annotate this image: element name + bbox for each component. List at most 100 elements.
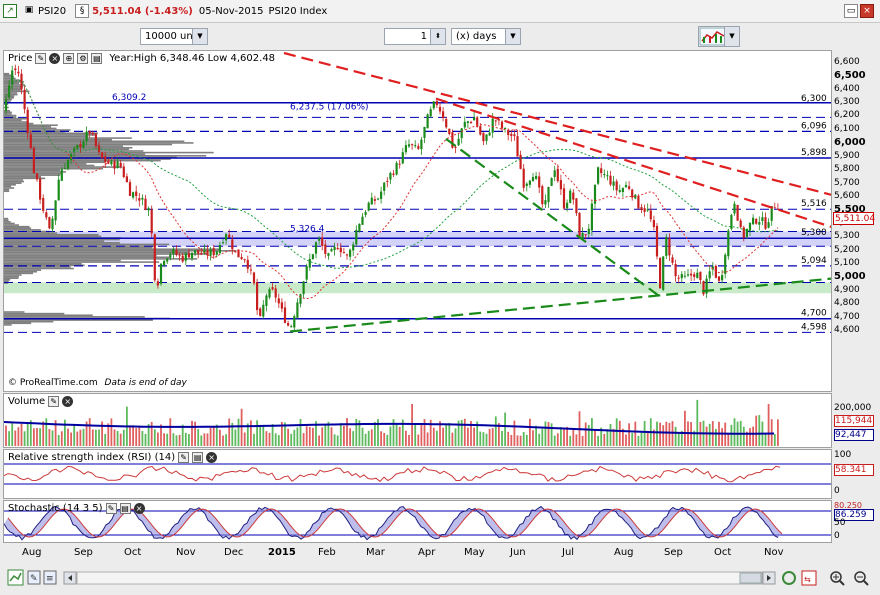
volume-bar — [330, 427, 333, 446]
wrench-icon[interactable]: ✎ — [178, 452, 190, 463]
candle — [562, 183, 566, 210]
date-axis-label: Feb — [318, 547, 336, 558]
volume-bar — [504, 412, 506, 446]
close-icon[interactable]: × — [133, 503, 145, 514]
date-axis[interactable]: Aug Sep Oct Nov Dec 2015 Feb Mar Apr May Jun Jul Aug… — [0, 543, 832, 563]
chart-icon[interactable]: ▣ — [23, 4, 35, 18]
volume-bar — [473, 427, 475, 446]
chevron-down-icon[interactable]: ▼ — [505, 29, 520, 44]
screenshot-icon[interactable] — [7, 569, 24, 586]
volume-bar — [597, 435, 599, 446]
volume-bar — [758, 415, 761, 446]
volume-bar — [346, 418, 348, 446]
volume-profile-bar — [4, 280, 9, 283]
candle — [23, 84, 26, 114]
scrollbar-thumb[interactable] — [739, 572, 762, 584]
volume-bar — [209, 427, 212, 446]
close-icon[interactable]: × — [62, 396, 74, 407]
wrench-icon[interactable]: ✎ — [48, 396, 60, 407]
candle — [708, 265, 711, 282]
zoom-icon[interactable]: ⊕ — [63, 53, 75, 64]
volume-profile-bar — [4, 87, 22, 89]
scrollbar-track[interactable] — [76, 571, 763, 585]
volume-bar — [485, 433, 488, 446]
price-axis-tick: 5,900 — [834, 150, 860, 161]
chart-options-icon[interactable]: ▤ — [91, 53, 103, 64]
volume-profile-bar — [4, 217, 9, 220]
price-axis-tick: 6,000 — [834, 137, 866, 149]
stepper-arrows-icon[interactable]: ⬍ — [430, 29, 445, 44]
period-unit-select[interactable]: (x) days ▼ — [451, 28, 521, 45]
volume-axis[interactable]: 200,000 115,944 92,447 — [832, 393, 880, 448]
chevron-down-icon[interactable]: ▼ — [724, 27, 739, 46]
volume-bar — [67, 428, 69, 446]
price-panel[interactable]: Price ✎ × ⊕ ⚙ ▤ Year:High 6,348.46 Low 4… — [3, 50, 832, 392]
candle — [373, 195, 376, 205]
volume-bar — [640, 432, 643, 446]
status-icons: ✎ ≡ ⇆ — [7, 569, 869, 586]
rsi-panel[interactable]: Relative strength index (RSI) (14) ✎ ▤ × — [3, 449, 832, 499]
candle — [32, 146, 35, 174]
settings-icon[interactable]: ▤ — [192, 452, 204, 463]
candle — [125, 173, 128, 183]
detach-window-icon[interactable]: ▭ — [844, 4, 858, 18]
settings-icon[interactable]: ⚙ — [77, 53, 89, 64]
chart-type-button[interactable]: ▼ — [698, 26, 740, 47]
volume-profile-bar — [4, 85, 24, 88]
wrench-icon[interactable]: ✎ — [35, 53, 47, 64]
rsi-axis[interactable]: 100 58.341 0 — [832, 449, 880, 499]
units-select[interactable]: 10000 units ▼ — [140, 28, 208, 45]
period-icon[interactable]: ⇆ — [801, 570, 817, 586]
volume-bar — [519, 435, 522, 446]
candle — [389, 171, 392, 185]
info-icon[interactable]: § — [75, 4, 90, 18]
candle — [631, 188, 634, 201]
volume-panel[interactable]: Volume ✎ × — [3, 393, 832, 448]
candle — [460, 127, 463, 144]
zoom-in-icon[interactable] — [830, 571, 845, 586]
rsi-panel-title: Relative strength index (RSI) (14) — [8, 452, 176, 463]
candle — [287, 320, 290, 327]
volume-profile-bar — [4, 119, 22, 122]
volume-bar — [606, 429, 609, 446]
stochastic-axis[interactable]: 80.250 86.259 50 0 — [832, 500, 880, 543]
candle — [528, 179, 531, 188]
close-icon[interactable]: × — [49, 53, 61, 64]
level-label: 5,516 — [801, 199, 827, 209]
zoom-out-icon[interactable] — [854, 571, 869, 586]
app-icon[interactable]: ↗ — [3, 4, 17, 18]
draw-tools-icon[interactable]: ✎ — [27, 570, 41, 585]
close-window-icon[interactable]: × — [860, 4, 874, 18]
volume-profile-bar — [4, 122, 34, 125]
price-chart: 6,309.2 6,237.5 (17.06%) 5,326.4 6,300 6,096… — [4, 51, 831, 333]
candle — [773, 202, 776, 209]
close-icon[interactable]: × — [206, 452, 218, 463]
volume-profile-bar — [4, 324, 12, 326]
redraw-icon[interactable] — [782, 571, 796, 585]
volume-profile-bar — [4, 188, 10, 191]
volume-bar — [215, 424, 218, 446]
candle — [535, 171, 538, 181]
scroll-left-icon[interactable] — [63, 571, 77, 585]
volume-bar — [166, 433, 169, 446]
candle — [370, 192, 373, 205]
scroll-right-icon[interactable] — [762, 571, 776, 585]
volume-bar — [122, 429, 125, 446]
stochastic-panel[interactable]: Stochastic (14 3 5) ✎ ▤ × — [3, 500, 832, 543]
volume-profile-bar — [4, 132, 98, 135]
settings-icon[interactable]: ▤ — [119, 503, 131, 514]
candle — [349, 248, 352, 261]
volume-profile-bar — [4, 256, 172, 259]
candle — [640, 203, 643, 214]
period-stepper[interactable]: 1 ⬍ — [384, 28, 446, 45]
objects-icon[interactable]: ≡ — [43, 570, 57, 585]
wrench-icon[interactable]: ✎ — [105, 503, 117, 514]
rsi-panel-header: Relative strength index (RSI) (14) ✎ ▤ × — [8, 452, 218, 463]
volume-bar — [662, 425, 665, 446]
volume-bar — [188, 434, 190, 446]
chevron-down-icon[interactable]: ▼ — [192, 29, 207, 44]
volume-bar — [212, 427, 215, 446]
candle — [361, 213, 364, 225]
candle — [113, 159, 116, 175]
volume-bar — [277, 435, 280, 446]
